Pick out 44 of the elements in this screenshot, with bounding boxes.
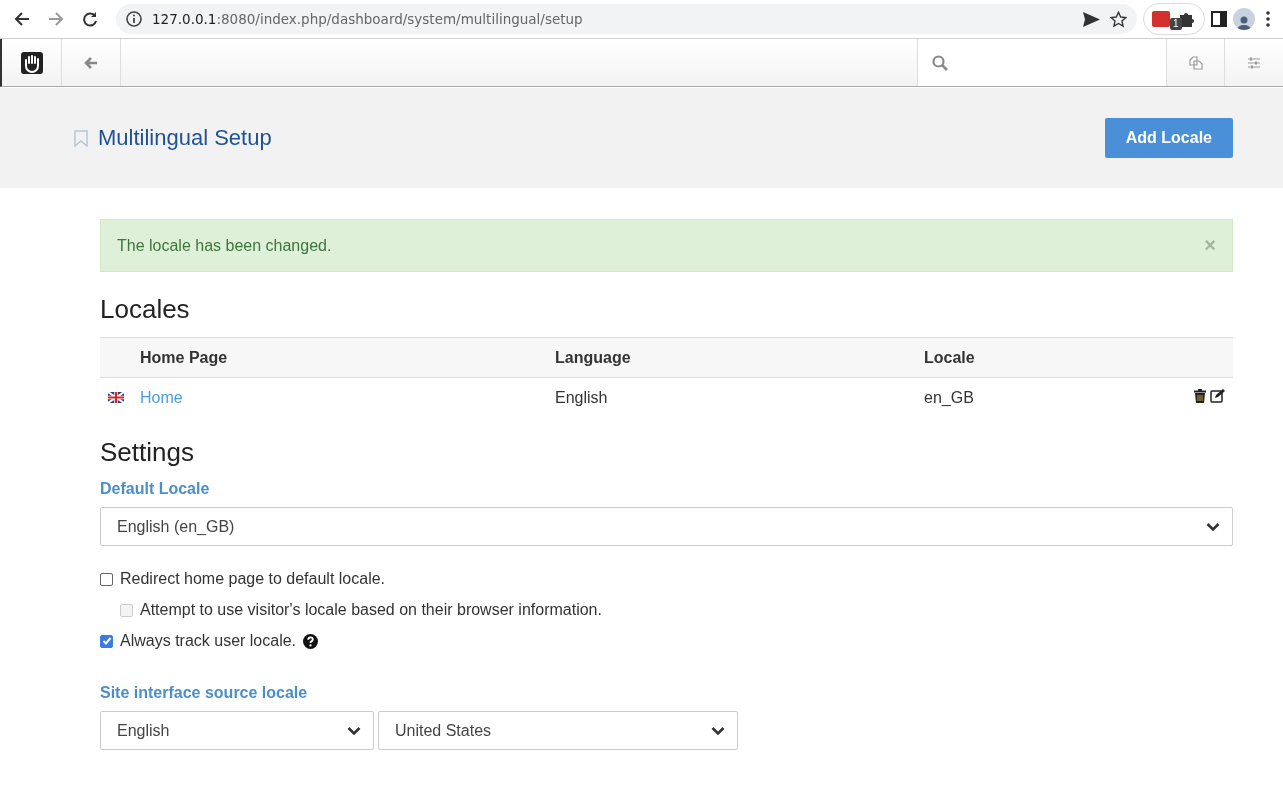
flag-icon bbox=[108, 391, 124, 403]
star-icon[interactable] bbox=[1110, 10, 1127, 28]
chevron-down-icon bbox=[347, 725, 361, 736]
help-icon[interactable] bbox=[303, 633, 319, 649]
reload-icon[interactable] bbox=[82, 11, 98, 27]
profile-avatar[interactable] bbox=[1233, 8, 1255, 30]
alert-message: The locale has been changed. bbox=[117, 236, 333, 255]
column-header: Locale bbox=[924, 337, 1173, 378]
default-locale-select[interactable]: English (en_GB) bbox=[100, 507, 1233, 546]
search-field[interactable] bbox=[917, 39, 1167, 86]
section-heading: Settings bbox=[100, 437, 195, 468]
forward-icon[interactable] bbox=[48, 11, 64, 27]
puzzle-icon[interactable] bbox=[1178, 10, 1196, 28]
info-icon[interactable] bbox=[126, 11, 142, 27]
checkbox[interactable] bbox=[100, 634, 113, 648]
back-icon[interactable] bbox=[14, 11, 30, 27]
field-label: Site interface source locale bbox=[100, 684, 309, 702]
sidebar-icon[interactable] bbox=[1211, 11, 1227, 27]
url-text: 127.0.0.1:8080/index.php/dashboard/system/multilingual/setup bbox=[152, 11, 584, 27]
trash-icon[interactable] bbox=[1193, 388, 1206, 403]
sliders-icon bbox=[1247, 56, 1261, 69]
checkbox-label: Always track user locale. bbox=[120, 632, 297, 650]
column-header: Home Page bbox=[140, 337, 555, 378]
table-cell: English bbox=[555, 377, 924, 417]
page-title: Multilingual Setup bbox=[98, 125, 273, 151]
send-icon[interactable] bbox=[1083, 11, 1100, 27]
field-label: Default Locale bbox=[100, 480, 211, 498]
language-select[interactable]: English bbox=[100, 711, 374, 750]
pages-icon bbox=[1188, 55, 1203, 70]
search-icon bbox=[932, 54, 948, 71]
country-select[interactable]: United States bbox=[378, 711, 738, 750]
address-bar[interactable]: 127.0.0.1:8080/index.php/dashboard/system/multilingual/setup bbox=[116, 4, 1137, 34]
checkbox-label: Attempt to use visitor's locale based on their browser information. bbox=[140, 601, 602, 619]
chevron-down-icon bbox=[711, 725, 725, 736]
extension-badge: 1 bbox=[1170, 18, 1182, 30]
chevron-down-icon bbox=[1206, 521, 1220, 532]
column-header: Language bbox=[555, 337, 924, 378]
section-heading: Locales bbox=[100, 294, 191, 325]
table-cell: en_GB bbox=[924, 377, 1173, 417]
checkbox[interactable] bbox=[100, 572, 113, 586]
back-icon bbox=[84, 56, 98, 69]
hand-logo-icon bbox=[20, 51, 43, 74]
edit-icon[interactable] bbox=[1210, 388, 1225, 403]
checkbox-label: Redirect home page to default locale. bbox=[120, 570, 386, 588]
